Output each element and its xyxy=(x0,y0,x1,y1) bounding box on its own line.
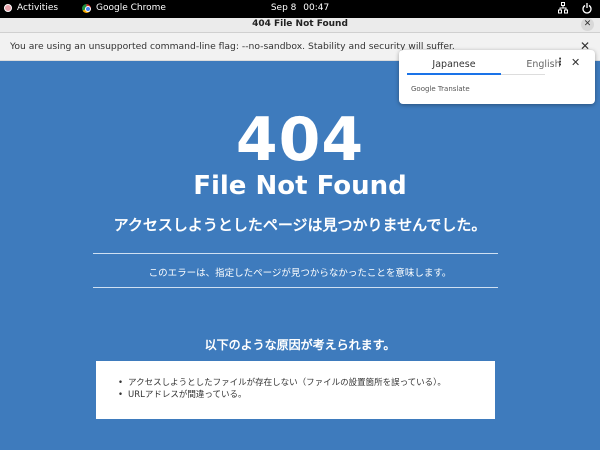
cause-list: アクセスしようとしたファイルが存在しない（ファイルの設置箇所を誤っている）。 U… xyxy=(116,377,495,401)
tab-japanese[interactable]: Japanese xyxy=(407,59,501,70)
infobar-message: You are using an unsupported command-lin… xyxy=(10,41,455,52)
clock-button[interactable]: Sep 8 00:47 xyxy=(0,3,600,13)
network-icon[interactable] xyxy=(558,2,568,14)
divider-bottom xyxy=(93,287,498,288)
translate-options-button[interactable]: ⋮ xyxy=(555,57,565,68)
system-top-bar: Activities Google Chrome Sep 8 00:47 xyxy=(0,0,600,18)
error-heading: File Not Found xyxy=(193,171,407,201)
error-code: 404 xyxy=(235,105,365,175)
window-close-button[interactable]: ✕ xyxy=(581,18,594,31)
translate-bubble: Japanese English ⋮ ✕ Google Translate xyxy=(399,50,595,104)
translate-close-button[interactable]: ✕ xyxy=(571,56,580,69)
window-titlebar[interactable]: 404 File Not Found ✕ xyxy=(0,18,600,33)
jp-error-heading: アクセスしようとしたページは見つかりませんでした。 xyxy=(113,216,487,234)
clock-date: Sep 8 xyxy=(270,3,297,13)
jp-error-description: このエラーは、指定したページが見つからなかったことを意味します。 xyxy=(148,268,452,279)
window-title: 404 File Not Found xyxy=(252,19,348,29)
divider-top xyxy=(93,253,498,254)
tab-active-indicator xyxy=(407,73,501,75)
list-item: アクセスしようとしたファイルが存在しない（ファイルの設置箇所を誤っている）。 xyxy=(116,377,495,389)
cause-list-box: アクセスしようとしたファイルが存在しない（ファイルの設置箇所を誤っている）。 U… xyxy=(96,361,495,419)
jp-cause-heading: 以下のような原因が考えられます。 xyxy=(204,338,396,352)
close-icon: ✕ xyxy=(583,19,592,29)
more-vert-icon: ⋮ xyxy=(555,57,565,68)
power-icon[interactable] xyxy=(582,2,592,14)
google-translate-brand: Google Translate xyxy=(411,85,470,93)
clock-time: 00:47 xyxy=(303,3,330,13)
close-icon: ✕ xyxy=(571,56,581,69)
list-item: URLアドレスが間違っている。 xyxy=(116,389,495,401)
page-content: 404 File Not Found アクセスしようとしたページは見つかりません… xyxy=(0,61,600,450)
